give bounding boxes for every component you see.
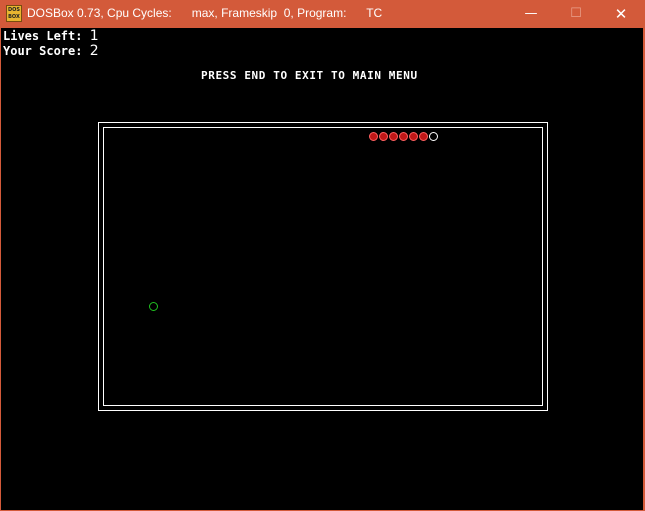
dosbox-window: DOS BOX DOSBox 0.73, Cpu Cycles: max, Fr… xyxy=(0,0,645,511)
play-field-border xyxy=(98,122,548,411)
lives-label: Lives Left: xyxy=(3,29,90,43)
exit-instruction: PRESS END TO EXIT TO MAIN MENU xyxy=(201,69,418,82)
icon-text-bottom: BOX xyxy=(8,14,20,20)
title-bar[interactable]: DOS BOX DOSBox 0.73, Cpu Cycles: max, Fr… xyxy=(0,0,645,28)
score-label: Your Score: xyxy=(3,44,90,58)
dosbox-app-icon[interactable]: DOS BOX xyxy=(6,5,22,22)
lives-value: 1 xyxy=(89,28,99,44)
snake-segment xyxy=(419,132,428,141)
minimize-button[interactable]: — xyxy=(508,0,554,28)
snake-segment xyxy=(369,132,378,141)
snake-segment xyxy=(389,132,398,141)
score-value: 2 xyxy=(89,43,99,59)
minimize-icon: — xyxy=(524,6,538,21)
snake-head xyxy=(429,132,438,141)
maximize-icon: ☐ xyxy=(570,6,582,21)
snake-segment xyxy=(399,132,408,141)
score-readout: Your Score: 2 xyxy=(3,43,99,59)
play-field xyxy=(103,127,543,406)
food-pellet xyxy=(149,302,158,311)
close-button[interactable]: ✕ xyxy=(598,0,644,28)
lives-readout: Lives Left: 1 xyxy=(3,28,99,44)
maximize-button[interactable]: ☐ xyxy=(553,0,599,28)
snake-segment xyxy=(379,132,388,141)
window-title: DOSBox 0.73, Cpu Cycles: max, Frameskip … xyxy=(27,6,383,20)
game-screen[interactable]: Lives Left: 1 Your Score: 2 PRESS END TO… xyxy=(1,28,643,510)
close-icon: ✕ xyxy=(614,5,628,23)
snake-segment xyxy=(409,132,418,141)
icon-text-top: DOS xyxy=(7,7,20,13)
